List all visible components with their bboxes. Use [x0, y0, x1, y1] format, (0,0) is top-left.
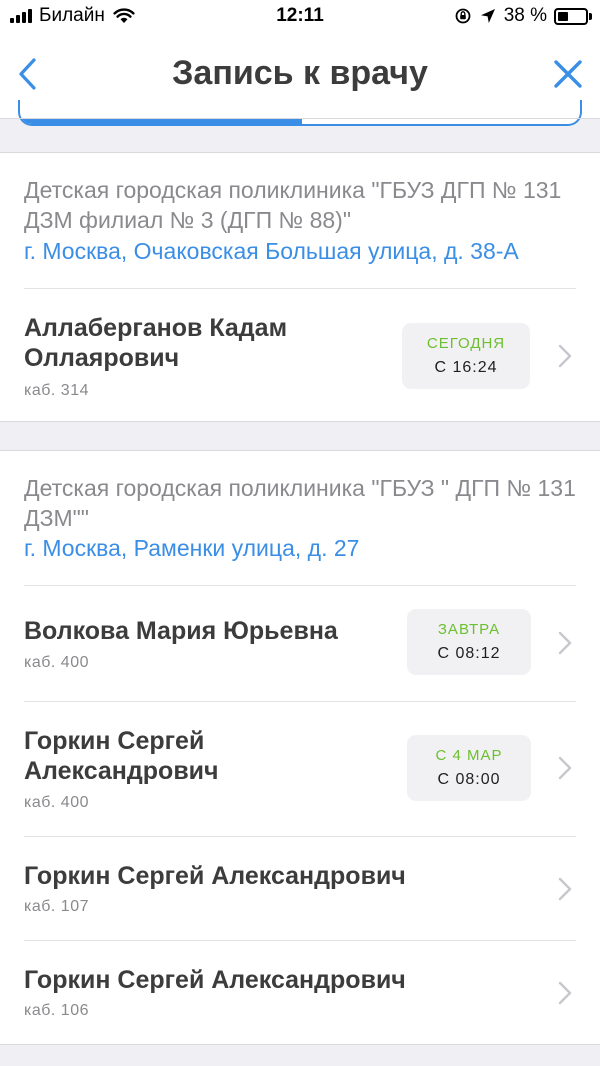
chevron-right-icon	[558, 981, 572, 1005]
chevron-right-icon	[558, 877, 572, 901]
segmented-control-active-indicator	[20, 118, 302, 124]
doctor-cabinet: каб. 400	[24, 794, 89, 811]
doctor-cabinet: каб. 314	[24, 382, 89, 399]
doctor-cabinet: каб. 400	[24, 654, 89, 671]
slot-time: С 16:24	[434, 359, 498, 376]
page-title: Запись к врачу	[172, 54, 428, 92]
clinic-name: Детская городская поликлиника "ГБУЗ " ДГ…	[24, 475, 576, 531]
doctor-row[interactable]: Горкин Сергей Александрович каб. 106	[0, 941, 600, 1045]
segmented-control[interactable]	[18, 100, 582, 126]
doctor-name: Горкин Сергей Александрович	[24, 727, 219, 785]
doctor-cabinet: каб. 106	[24, 1002, 89, 1019]
doctor-name: Аллаберганов Кадам Оллаярович	[24, 314, 288, 372]
nav-divider	[0, 118, 600, 119]
chevron-right-icon	[558, 344, 572, 368]
doctor-row[interactable]: Горкин Сергей Александрович каб. 107	[0, 837, 600, 940]
chevron-right-icon	[558, 756, 572, 780]
battery-percent: 38 %	[503, 5, 547, 26]
clinic-section-2: Детская городская поликлиника "ГБУЗ " ДГ…	[0, 450, 600, 1045]
doctor-row[interactable]: Аллаберганов Кадам Оллаярович каб. 314 С…	[0, 289, 600, 422]
slot-day: ЗАВТРА	[437, 621, 501, 638]
doctor-name: Горкин Сергей Александрович	[24, 966, 406, 994]
clinic-name: Детская городская поликлиника "ГБУЗ ДГП …	[24, 177, 562, 233]
doctor-name: Волкова Мария Юрьевна	[24, 617, 338, 645]
clinic-address-link[interactable]: г. Москва, Раменки улица, д. 27	[24, 533, 580, 563]
slot-time: С 08:00	[437, 771, 501, 788]
slot-day: СЕГОДНЯ	[426, 335, 506, 352]
chevron-right-icon	[558, 631, 572, 655]
status-bar-right: 38 %	[454, 5, 592, 27]
doctor-row[interactable]: Горкин Сергей Александрович каб. 400 С 4…	[0, 702, 600, 836]
appointment-slot-button[interactable]: ЗАВТРА С 08:12	[407, 609, 531, 675]
doctor-cabinet: каб. 107	[24, 898, 89, 915]
doctor-row[interactable]: Волкова Мария Юрьевна каб. 400 ЗАВТРА С …	[0, 586, 600, 701]
appointment-slot-button[interactable]: СЕГОДНЯ С 16:24	[402, 323, 530, 389]
doctor-name: Горкин Сергей Александрович	[24, 862, 406, 890]
appointment-slot-button[interactable]: С 4 МАР С 08:00	[407, 735, 531, 801]
clinic-address-link[interactable]: г. Москва, Очаковская Большая улица, д. …	[24, 236, 580, 266]
status-bar: Билайн 12:11 38 %	[0, 0, 600, 34]
location-arrow-icon	[480, 9, 495, 23]
slot-day: С 4 МАР	[435, 747, 503, 764]
clinic-section-1: Детская городская поликлиника "ГБУЗ ДГП …	[0, 152, 600, 422]
battery-icon	[554, 7, 592, 25]
orientation-lock-icon	[455, 8, 471, 24]
slot-time: С 08:12	[437, 645, 501, 662]
close-button[interactable]	[552, 58, 584, 90]
